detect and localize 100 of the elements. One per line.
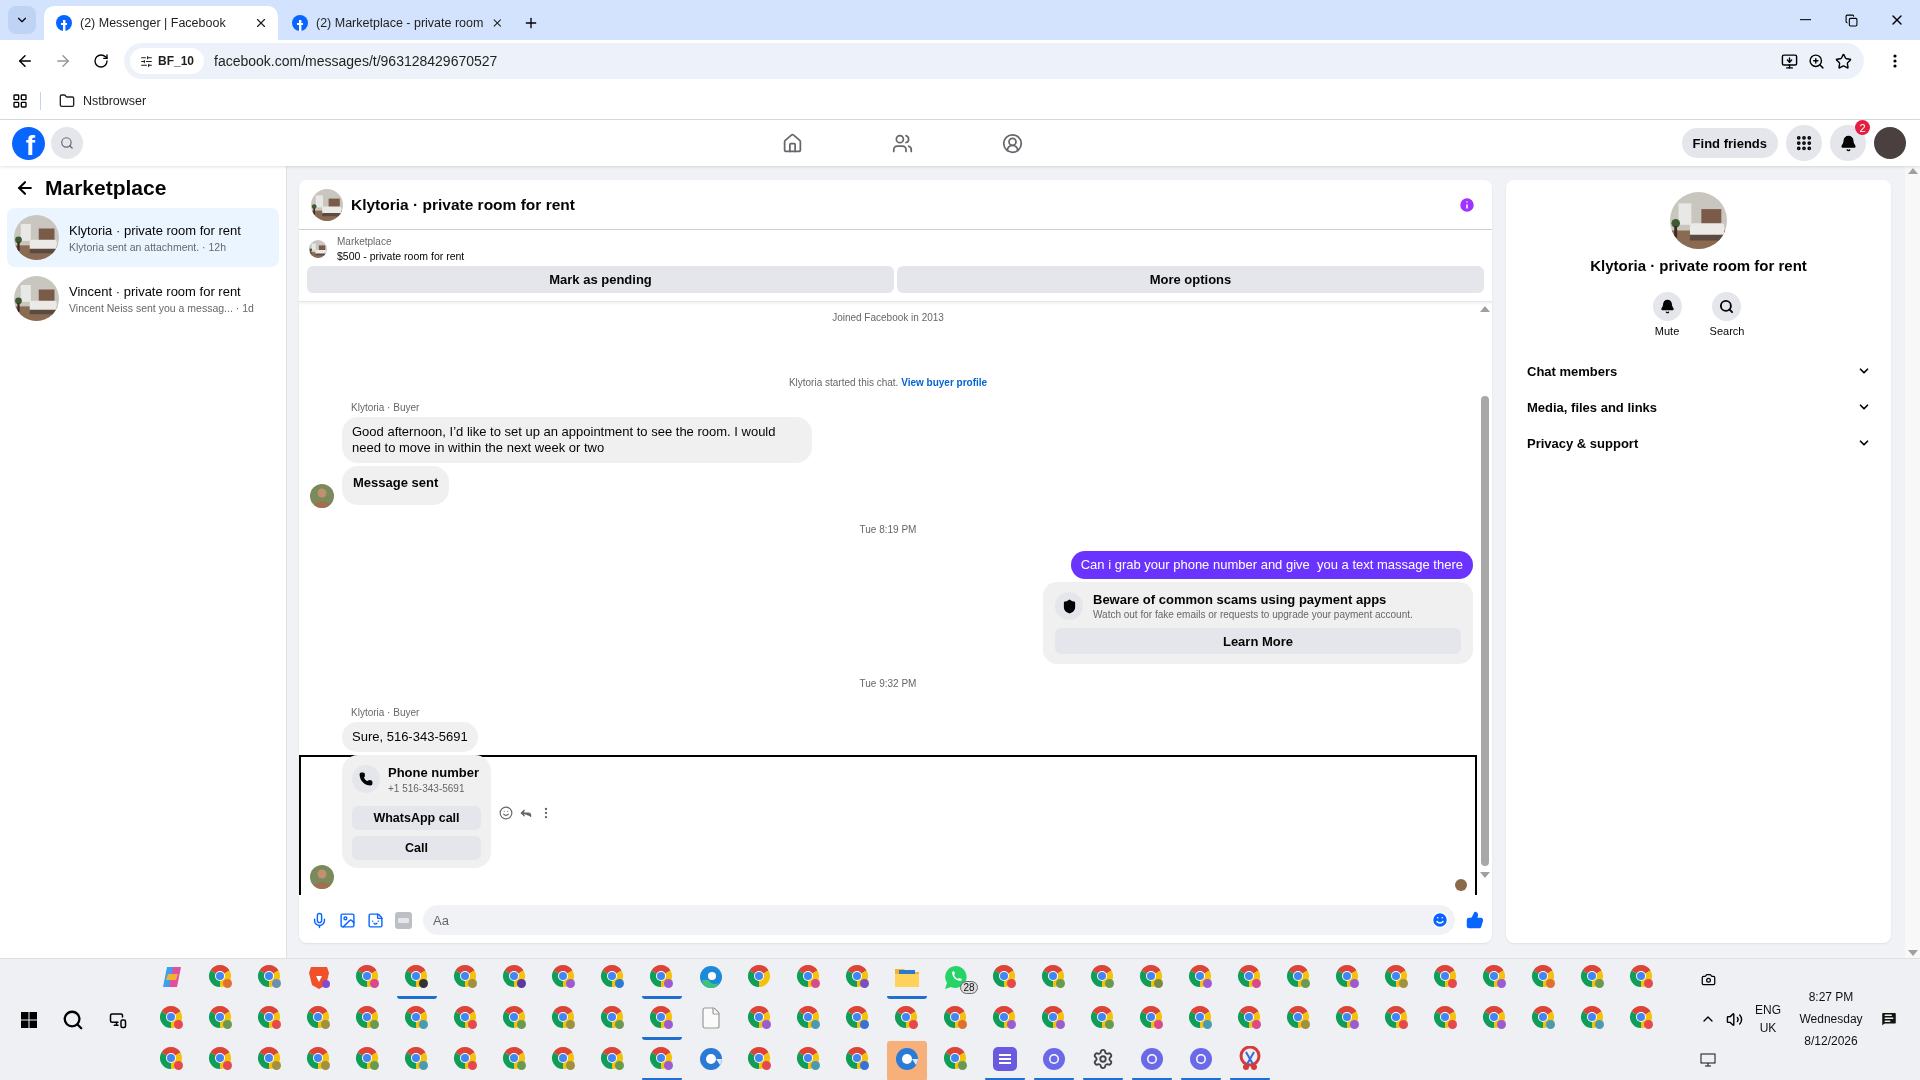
camera-icon[interactable]: [1700, 971, 1716, 987]
url-text[interactable]: facebook.com/messages/t/963128429670527: [214, 53, 1771, 69]
browser-icon: [1383, 1005, 1410, 1031]
conversation-item[interactable]: Klytoria · private room for rent Klytoria sent an attachment. · 12h: [7, 208, 279, 267]
listing-label: Marketplace: [337, 236, 393, 247]
browser-icon: [942, 1005, 969, 1031]
task-view-icon[interactable]: [108, 1010, 127, 1029]
browser-icon: [1138, 1005, 1165, 1031]
site-icon: [56, 15, 72, 31]
listing-action-button[interactable]: More options: [897, 266, 1484, 293]
emoji-icon[interactable]: [499, 806, 513, 820]
browser-icon: [1040, 964, 1067, 990]
find-friends-button[interactable]: Find friends: [1681, 128, 1778, 158]
browser-tab[interactable]: (2) Messenger | Facebook: [44, 6, 278, 40]
notifications-button[interactable]: [1830, 125, 1866, 161]
info-icon[interactable]: [1458, 195, 1476, 214]
clock[interactable]: 8:27 PM Wednesday 8/12/2026: [1799, 988, 1863, 1051]
profile-note: Joined Facebook in 2013: [832, 312, 944, 323]
browser-icon: [305, 1005, 332, 1031]
browser-icon: [1383, 964, 1410, 990]
browser-icon: [403, 1046, 430, 1072]
search-icon[interactable]: [61, 1008, 84, 1031]
conversation-preview: Klytoria sent an attachment. · 12h: [69, 240, 227, 253]
forward-arrow-icon: [54, 52, 72, 70]
browser-icon: [403, 1005, 430, 1031]
details-section[interactable]: Media, files and links: [1518, 389, 1879, 425]
search-icon: [1719, 299, 1735, 314]
browser-icon: [256, 1005, 283, 1031]
browser-icon: [501, 1005, 528, 1031]
browser-icon: [256, 1046, 283, 1072]
language-indicator[interactable]: ENG UK: [1755, 1001, 1781, 1038]
page-scrollbar[interactable]: [1905, 166, 1920, 958]
reply-icon[interactable]: [519, 806, 533, 820]
close-icon[interactable]: [491, 16, 504, 30]
site-chip[interactable]: BF_10: [130, 48, 205, 74]
logo[interactable]: f: [12, 126, 45, 160]
restore-icon: [1844, 13, 1858, 27]
plus-icon: [523, 15, 539, 31]
message-field[interactable]: Aa: [423, 905, 1455, 935]
start-icon[interactable]: [20, 1011, 37, 1028]
browser-icon: [1334, 1005, 1361, 1031]
browser-icon: [991, 1005, 1018, 1031]
profile-link[interactable]: View buyer profile: [901, 377, 988, 388]
call-button[interactable]: WhatsApp call: [352, 806, 481, 830]
conversation-item[interactable]: Vincent · private room for rent Vincent Neiss sent you a messag... · 1d: [7, 269, 279, 328]
browser-icon: [452, 1005, 479, 1031]
network-icon[interactable]: [1700, 1052, 1716, 1067]
browser-icon: [354, 964, 381, 990]
browser-icon: [452, 1046, 479, 1072]
listing-action-button[interactable]: Mark as pending: [307, 266, 894, 293]
bookmark-star-icon[interactable]: [1835, 52, 1852, 70]
learn-more-button[interactable]: Learn More: [1055, 628, 1461, 654]
shield-icon: [1061, 598, 1077, 614]
browser-icon: [795, 964, 822, 990]
browser-icon: [354, 1005, 381, 1031]
microphone-icon[interactable]: [311, 911, 328, 929]
phone-number: +1 516-343-5691: [388, 783, 466, 794]
browser-icon: [746, 964, 773, 990]
browser-icon: [844, 964, 871, 990]
call-button[interactable]: Call: [352, 836, 481, 860]
details-section[interactable]: Chat members: [1518, 353, 1879, 389]
address-bar[interactable]: BF_10 facebook.com/messages/t/963128429670527: [124, 43, 1864, 79]
avatar: [310, 484, 334, 508]
search-button[interactable]: [51, 127, 83, 159]
timestamp: Tue 9:32 PM: [859, 678, 917, 689]
chat-title: Klytoria · private room for rent: [351, 195, 576, 214]
site-icon: [292, 15, 308, 31]
speaker-icon[interactable]: [1725, 1011, 1743, 1028]
browser-icon: [158, 1005, 185, 1031]
install-icon[interactable]: [1781, 52, 1798, 70]
app-icon: [991, 1046, 1018, 1072]
settings-icon: [1091, 1048, 1114, 1070]
status-message: Message sent: [342, 466, 450, 505]
browser-icon: [1432, 1005, 1459, 1031]
browser-icon: [158, 1046, 185, 1072]
scissors-icon: [1237, 1046, 1262, 1072]
browser-tab[interactable]: (2) Marketplace - private room: [280, 6, 514, 40]
menu-button[interactable]: [1786, 125, 1822, 161]
browser-icon: [599, 1005, 626, 1031]
back-icon[interactable]: [15, 178, 35, 198]
like-icon[interactable]: [1466, 911, 1484, 929]
browser-icon: [550, 1046, 577, 1072]
zoom-icon[interactable]: [1808, 52, 1825, 70]
notifications-icon[interactable]: [1880, 1010, 1898, 1029]
avatar[interactable]: [1874, 127, 1906, 159]
taskbar-button[interactable]: 28: [935, 958, 976, 999]
sticker-icon[interactable]: [367, 911, 384, 929]
close-icon[interactable]: [254, 16, 268, 30]
tab-search-button[interactable]: [8, 6, 36, 34]
ring-icon: [697, 1046, 724, 1072]
image-icon[interactable]: [339, 911, 356, 929]
bookmark-folder[interactable]: Nstbrowser: [53, 90, 153, 111]
apps-icon[interactable]: [12, 92, 28, 109]
minimize-icon: [1799, 19, 1811, 21]
browser-icon: [207, 964, 234, 990]
details-section[interactable]: Privacy & support: [1518, 425, 1879, 461]
reload-icon: [93, 53, 109, 69]
seen-avatar: [1455, 879, 1467, 891]
browser-icon: [403, 964, 430, 990]
more-icon: [1893, 54, 1897, 68]
